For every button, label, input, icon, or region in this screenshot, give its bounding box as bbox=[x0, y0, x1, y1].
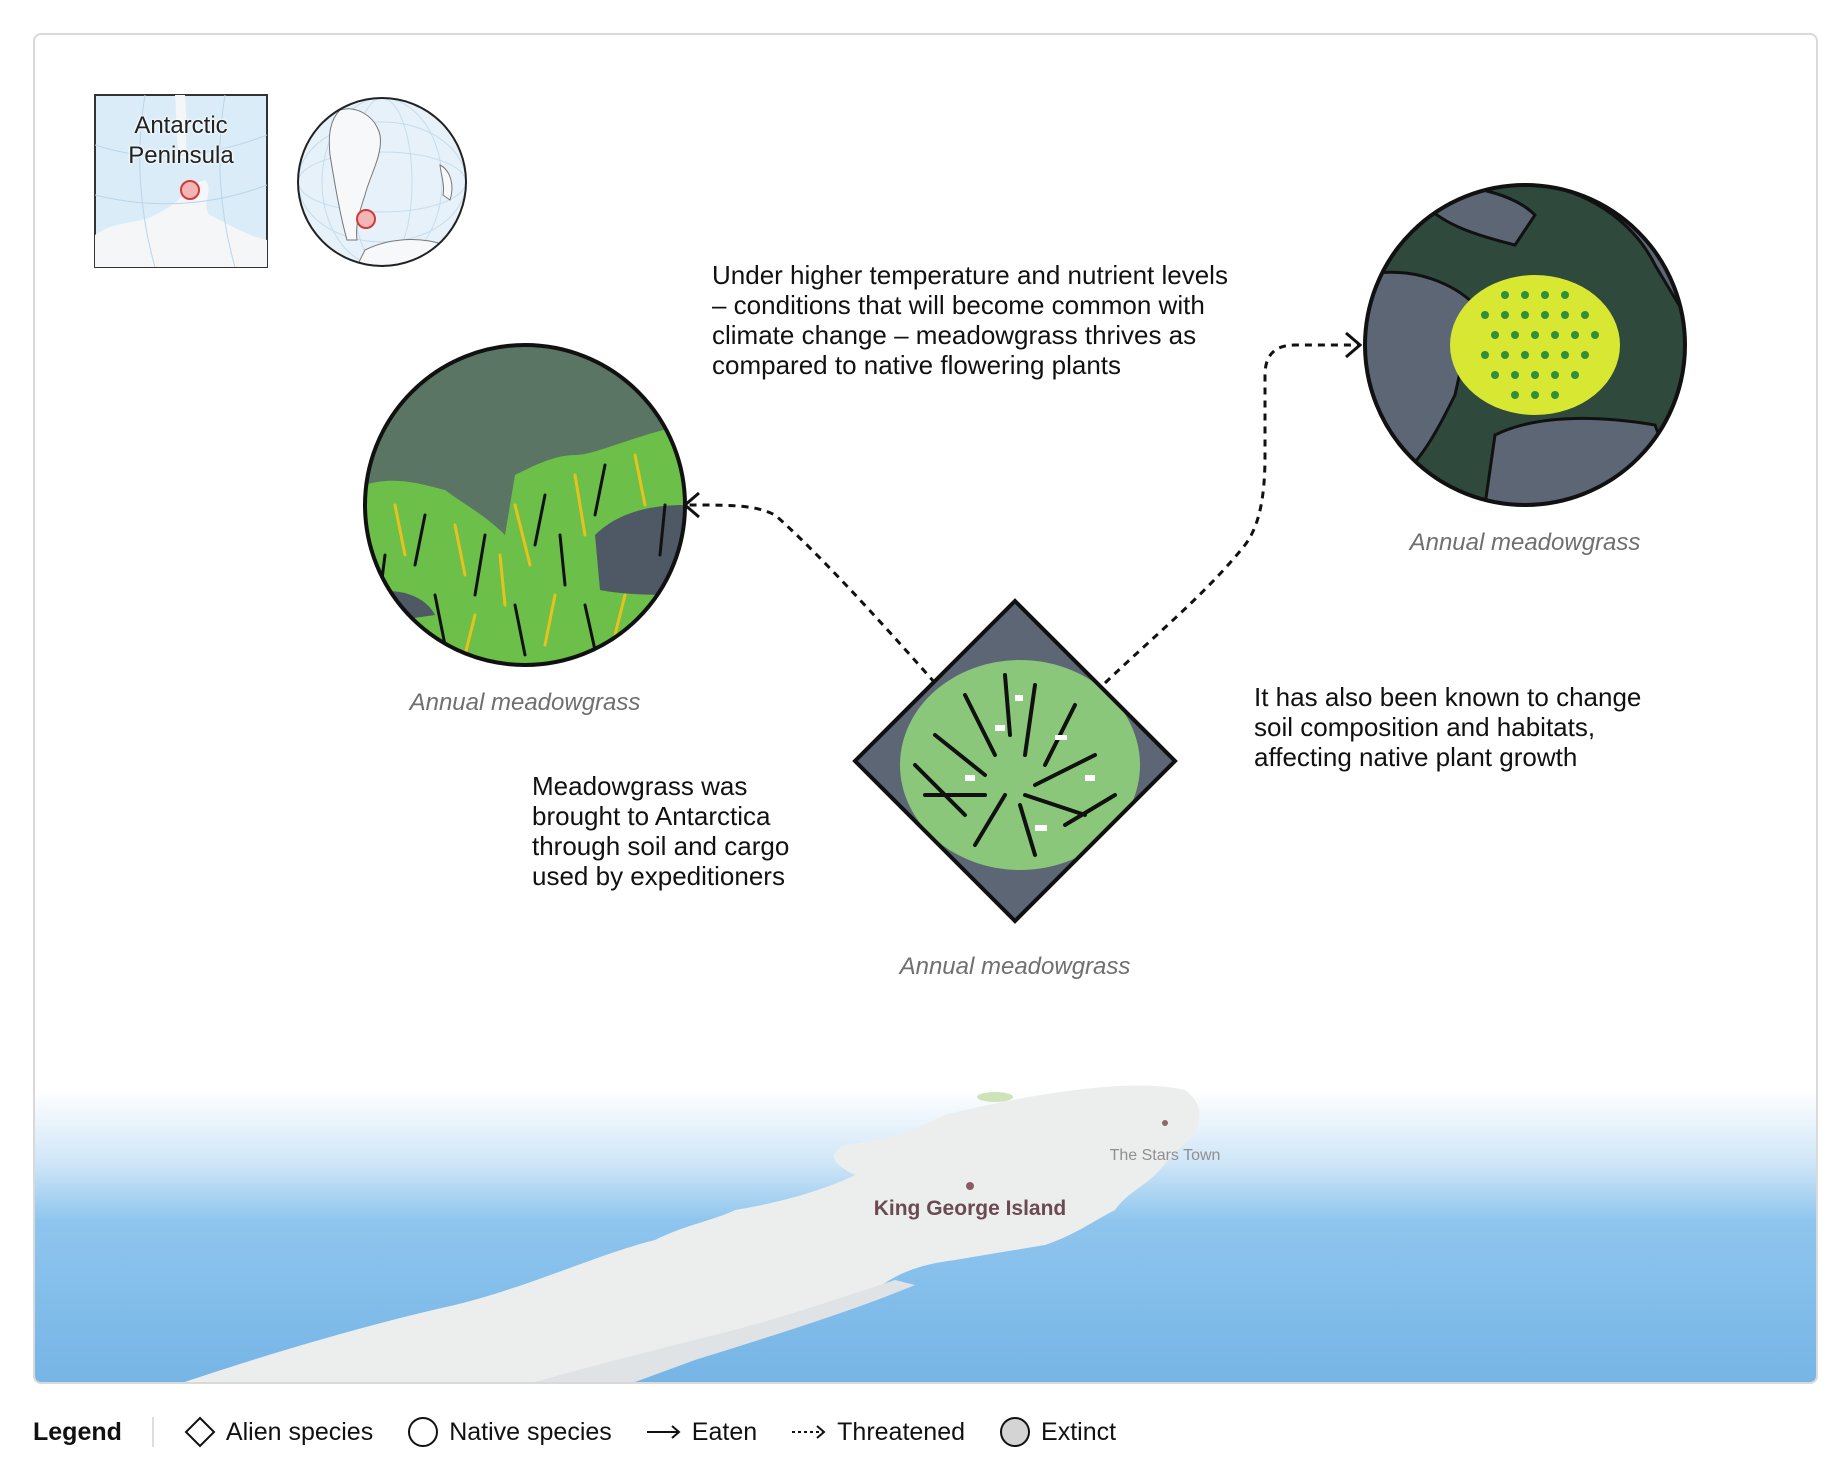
climate-line-2: – conditions that will become common wit… bbox=[712, 290, 1205, 320]
threat-arrow-right bbox=[1103, 343, 1360, 685]
legend-item-extinct: Extinct bbox=[999, 1416, 1116, 1448]
native-species-circle-left bbox=[363, 343, 687, 667]
origin-text: Meadowgrass was brought to Antarctica th… bbox=[532, 771, 789, 891]
grey-circle-icon bbox=[1000, 1417, 1031, 1447]
legend-label-native: Native species bbox=[449, 1417, 612, 1446]
legend-label-eaten: Eaten bbox=[691, 1417, 758, 1446]
legend-label-alien: Alien species bbox=[225, 1417, 374, 1446]
diamond-icon bbox=[184, 1416, 216, 1448]
diagram-stage: Antarctic Peninsula Under higher tempera… bbox=[0, 0, 1840, 1474]
legend-item-alien: Alien species bbox=[184, 1416, 373, 1448]
inset-label-text: Antarctic Peninsula bbox=[128, 112, 234, 169]
origin-line-1: Meadowgrass was bbox=[532, 771, 748, 801]
dashed-arrow-icon bbox=[792, 1425, 826, 1439]
solid-arrow-icon bbox=[646, 1425, 681, 1439]
soil-line-2: soil composition and habitats, bbox=[1254, 712, 1596, 742]
ice-patch bbox=[977, 1092, 1013, 1102]
climate-line-3: climate change – meadowgrass thrives as bbox=[712, 320, 1197, 350]
origin-line-3: through soil and cargo bbox=[532, 831, 790, 861]
climate-line-4: compared to native flowering plants bbox=[712, 350, 1122, 380]
inset-map-label: Antarctic Peninsula bbox=[95, 111, 267, 171]
legend-item-native: Native species bbox=[407, 1416, 612, 1448]
town-dot bbox=[1162, 1120, 1168, 1126]
legend-bar: Legend Alien species Native species Eate… bbox=[33, 1412, 1150, 1452]
alien-species-diamond bbox=[852, 598, 1178, 924]
place-dot bbox=[966, 1182, 974, 1190]
origin-line-2: brought to Antarctica bbox=[532, 801, 771, 831]
caption-left: Annual meadowgrass bbox=[409, 689, 641, 716]
climate-text: Under higher temperature and nutrient le… bbox=[712, 260, 1228, 380]
legend-item-threatened: Threatened bbox=[791, 1416, 965, 1448]
soil-line-1: It has also been known to change bbox=[1254, 682, 1642, 712]
globe-icon bbox=[297, 97, 467, 267]
threat-arrow-left bbox=[684, 503, 937, 684]
legend-label-threatened: Threatened bbox=[837, 1417, 966, 1446]
diagram-panel: Antarctic Peninsula Under higher tempera… bbox=[33, 33, 1818, 1384]
legend-item-eaten: Eaten bbox=[646, 1416, 757, 1448]
caption-center: Annual meadowgrass bbox=[899, 953, 1131, 980]
soil-line-3: affecting native plant growth bbox=[1254, 742, 1578, 772]
map-town-label: The Stars Town bbox=[1109, 1147, 1221, 1164]
soil-text: It has also been known to change soil co… bbox=[1254, 682, 1641, 772]
legend-title: Legend bbox=[33, 1417, 122, 1446]
caption-right: Annual meadowgrass bbox=[1409, 529, 1641, 556]
climate-line-1: Under higher temperature and nutrient le… bbox=[712, 260, 1228, 290]
origin-line-4: used by expeditioners bbox=[532, 861, 785, 891]
native-species-circle-right bbox=[1363, 183, 1687, 507]
legend-divider bbox=[151, 1417, 154, 1447]
legend-label-extinct: Extinct bbox=[1041, 1417, 1117, 1446]
circle-icon bbox=[408, 1417, 439, 1447]
map-place-label: King George Island bbox=[873, 1197, 1067, 1220]
